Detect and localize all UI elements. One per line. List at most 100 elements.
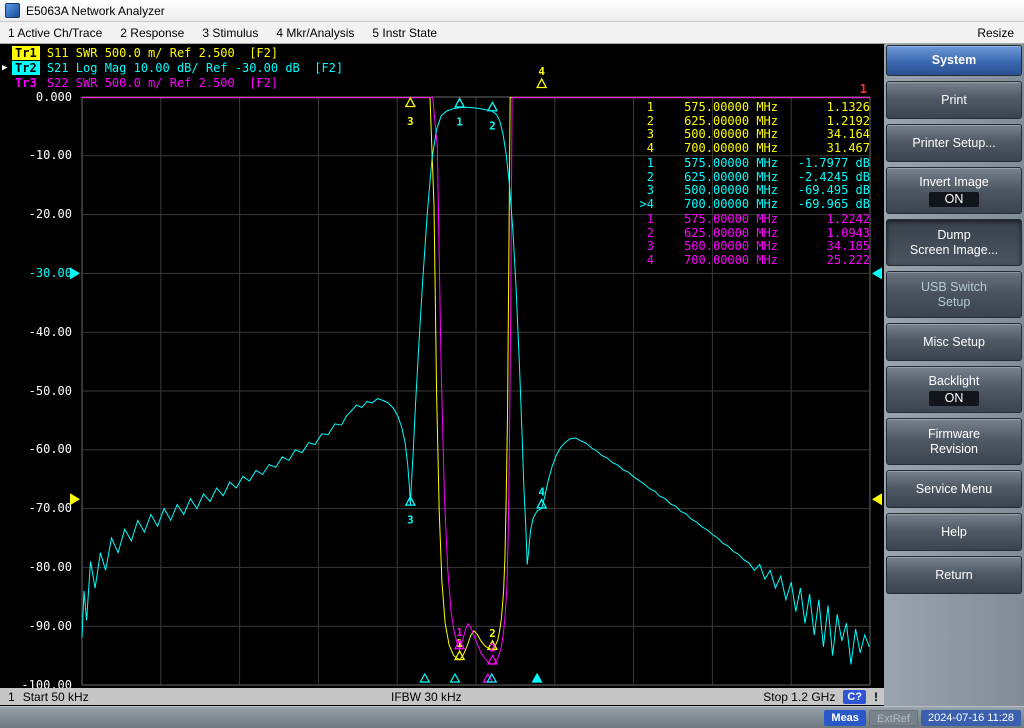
trace-arrow-placeholder [2, 78, 12, 88]
marker-frequency: 700.00000 MHz [684, 252, 778, 267]
svg-text:4: 4 [538, 485, 545, 498]
softkey-label: Dump [937, 227, 971, 242]
softkey-backlight[interactable]: Backlight ON [886, 366, 1022, 413]
marker-value: 31.467 [826, 140, 870, 155]
marker-value: 34.185 [826, 239, 870, 253]
marker-number: 3 [646, 183, 654, 197]
stop-frequency: Stop 1.2 GHz [763, 689, 836, 704]
bottom-marker-indicator [449, 672, 461, 683]
softkey-dump[interactable]: Dump Screen Image... [886, 219, 1022, 266]
marker-frequency: 500.00000 MHz [684, 239, 778, 253]
softkey-print[interactable]: Print [886, 81, 1022, 119]
y-axis-label: -60.00 [28, 442, 72, 457]
softkey-label: Invert Image [919, 174, 989, 189]
marker-number: 4 [646, 140, 654, 155]
meas-status-button[interactable]: Meas [824, 709, 866, 726]
legend-row-tr2[interactable]: ▶ Tr2 S21 Log Mag 10.00 dB/ Ref -30.00 dB… [2, 60, 343, 75]
softkey-label-line2: Setup [937, 294, 971, 309]
window-title: E5063A Network Analyzer [26, 3, 165, 18]
marker-frequency: 575.00000 MHz [684, 100, 778, 114]
marker-row: 4 700.00000 MHz 25.222 [630, 252, 870, 268]
marker-frequency: 625.00000 MHz [684, 169, 778, 184]
softkey-label: USB Switch [921, 279, 987, 294]
marker-value: -69.965 dB [797, 196, 870, 211]
marker-number: 2 [646, 225, 654, 240]
trace-format: S21 Log Mag 10.00 dB/ Ref -30.00 dB [F2] [39, 60, 344, 75]
svg-text:3: 3 [407, 115, 414, 128]
bottom-marker-indicator [531, 672, 543, 683]
correction-badge: C? [843, 689, 866, 704]
menu-bar: 1 Active Ch/Trace 2 Response 3 Stimulus 4 M… [0, 22, 1024, 44]
marker-value: 1.0943 [826, 225, 870, 240]
svg-text:1: 1 [456, 626, 463, 639]
trace-marker-2-series2: 2 [486, 100, 498, 132]
y-axis-label: -30.00 [28, 265, 72, 280]
y-axis-label: -50.00 [28, 383, 72, 398]
y-axis-label: -90.00 [28, 618, 72, 633]
softkey-help[interactable]: Help [886, 513, 1022, 551]
marker-row: 1 575.00000 MHz 1.1326 [630, 100, 870, 115]
trace-legend: Tr1 S11 SWR 500.0 m/ Ref 2.500 [F2] ▶ Tr2 … [2, 45, 343, 90]
softkey-return[interactable]: Return [886, 556, 1022, 594]
softkey-printer-setup[interactable]: Printer Setup... [886, 124, 1022, 162]
analyzer-screen: Tr1 S11 SWR 500.0 m/ Ref 2.500 [F2] ▶ Tr2 … [0, 44, 884, 706]
marker-number: 1 [646, 156, 654, 170]
softkey-value: ON [928, 390, 980, 406]
trace-marker-1-series2: 1 [454, 97, 466, 129]
marker-row: 2 625.00000 MHz 1.0943 [630, 225, 870, 241]
alert-indicator: ! [874, 689, 878, 704]
svg-text:2: 2 [489, 627, 496, 640]
bottom-marker-indicator [419, 672, 431, 683]
channel-indicator: 1 [860, 82, 867, 96]
y-axis-label: -10.00 [28, 148, 72, 163]
legend-row-tr3[interactable]: Tr3 S22 SWR 500.0 m/ Ref 2.500 [F2] [2, 75, 343, 90]
softkey-service-menu[interactable]: Service Menu [886, 470, 1022, 508]
legend-row-tr1[interactable]: Tr1 S11 SWR 500.0 m/ Ref 2.500 [F2] [2, 45, 343, 60]
status-right: Stop 1.2 GHz C? ! [763, 689, 878, 704]
marker-value: 1.2242 [826, 212, 870, 226]
marker-number: 3 [646, 127, 654, 141]
trace-format: S22 SWR 500.0 m/ Ref 2.500 [F2] [39, 75, 279, 90]
trace-marker-4-series2: 4 [536, 485, 548, 509]
menu-resize[interactable]: Resize [977, 26, 1014, 40]
trace-format: S11 SWR 500.0 m/ Ref 2.500 [F2] [39, 45, 279, 60]
y-axis-label: -80.00 [28, 559, 72, 574]
marker-value: 25.222 [826, 252, 870, 267]
extref-status: ExtRef [868, 709, 918, 726]
softkey-misc-setup[interactable]: Misc Setup [886, 323, 1022, 361]
marker-frequency: 500.00000 MHz [684, 127, 778, 141]
y-axis-label: -20.00 [28, 207, 72, 222]
svg-text:1: 1 [456, 116, 463, 129]
marker-row: 1 575.00000 MHz 1.2242 [630, 212, 870, 227]
start-frequency: Start 50 kHz [22, 689, 89, 704]
menu-item-5-instr-state[interactable]: 5 Instr State [372, 26, 437, 40]
ref-level-arrow-icon [872, 493, 882, 506]
svg-text:4: 4 [538, 65, 545, 78]
marker-number: 4 [646, 252, 654, 267]
marker-row: >4 700.00000 MHz -69.965 dB [630, 196, 870, 212]
menu-item-4-mkr-analysis[interactable]: 4 Mkr/Analysis [276, 26, 354, 40]
marker-frequency: 700.00000 MHz [684, 196, 778, 211]
title-bar: E5063A Network Analyzer [0, 0, 1024, 22]
marker-group-1: 1 575.00000 MHz 1.1326 2 625.00000 MHz 1.2192… [630, 100, 870, 156]
y-axis-label: -40.00 [28, 324, 72, 339]
marker-row: 4 700.00000 MHz 31.467 [630, 140, 870, 156]
ifbw-value: IFBW 30 kHz [391, 689, 462, 704]
menu-item-1-active-ch-trace[interactable]: 1 Active Ch/Trace [8, 26, 102, 40]
marker-row: 1 575.00000 MHz -1.7977 dB [630, 156, 870, 171]
menu-item-3-stimulus[interactable]: 3 Stimulus [202, 26, 258, 40]
marker-row: 3 500.00000 MHz -69.495 dB [630, 183, 870, 198]
marker-value: 1.1326 [826, 100, 870, 114]
marker-number: 2 [646, 169, 654, 184]
softkey-invert-image[interactable]: Invert Image ON [886, 167, 1022, 214]
marker-row: 2 625.00000 MHz 1.2192 [630, 114, 870, 129]
trace-name: Tr1 [12, 45, 40, 60]
marker-row: 3 500.00000 MHz 34.164 [630, 127, 870, 142]
marker-frequency: 625.00000 MHz [684, 225, 778, 240]
softkey-label: Backlight [928, 373, 980, 388]
softkey-firmware[interactable]: Firmware Revision [886, 418, 1022, 465]
menu-item-2-response[interactable]: 2 Response [120, 26, 184, 40]
softkey-system[interactable]: System [886, 45, 1022, 76]
app-icon [5, 3, 20, 18]
marker-row: 3 500.00000 MHz 34.185 [630, 239, 870, 254]
